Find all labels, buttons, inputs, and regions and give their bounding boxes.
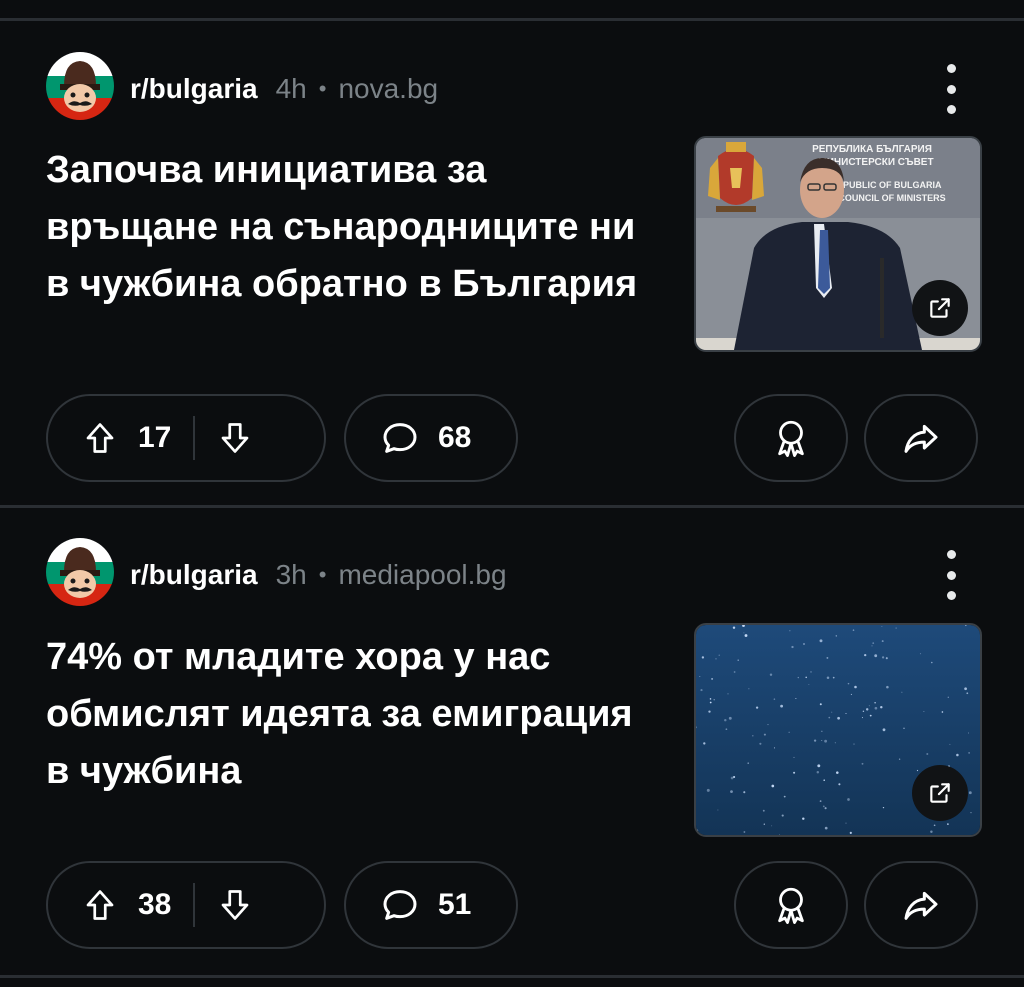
upvote-count: 38 (138, 888, 172, 921)
arrow-down-icon[interactable] (217, 420, 253, 456)
vote-control: 17 (46, 394, 326, 482)
link-domain[interactable]: nova.bg (338, 73, 438, 105)
post-thumbnail[interactable] (694, 623, 982, 837)
bottom-divider (0, 975, 1024, 978)
post-card[interactable]: r/bulgaria 3h • mediapool.bg 74% от млад… (0, 505, 1024, 975)
arrow-up-icon[interactable] (82, 420, 118, 456)
link-domain[interactable]: mediapool.bg (338, 559, 506, 591)
comments-button[interactable]: 68 (344, 394, 518, 482)
comment-count: 51 (438, 888, 472, 921)
thumbnail-banner-line: REPUBLIC OF BULGARIA (831, 180, 942, 190)
external-link-icon[interactable] (912, 765, 968, 821)
post-thumbnail[interactable]: РЕПУБЛИКА БЪЛГАРИЯ МИНИСТЕРСКИ СЪВЕТ REP… (694, 136, 982, 352)
more-vertical-icon[interactable] (936, 64, 966, 114)
thumbnail-banner-line: РЕПУБЛИКА БЪЛГАРИЯ (812, 144, 932, 155)
share-button[interactable] (864, 394, 978, 482)
share-arrow-icon (901, 418, 941, 458)
award-ribbon-icon (770, 417, 812, 459)
post-title[interactable]: Започва инициатива за връщане на сънарод… (46, 142, 666, 313)
speech-bubble-icon (380, 885, 420, 925)
vote-divider (193, 883, 196, 927)
post-title[interactable]: 74% от младите хора у нас обмислят идеят… (46, 629, 666, 800)
share-arrow-icon (901, 885, 941, 925)
vote-control: 38 (46, 861, 326, 949)
subreddit-avatar[interactable] (46, 52, 114, 120)
meta-separator: • (318, 562, 327, 587)
external-link-icon[interactable] (912, 280, 968, 336)
share-button[interactable] (864, 861, 978, 949)
arrow-down-icon[interactable] (217, 887, 253, 923)
post-meta: r/bulgaria 3h • mediapool.bg (130, 555, 507, 595)
post-card[interactable]: r/bulgaria 4h • nova.bg Започва инициати… (0, 0, 1024, 505)
award-button[interactable] (734, 861, 848, 949)
subreddit-avatar[interactable] (46, 538, 114, 606)
thumbnail-banner-line: COUNCIL OF MINISTERS (838, 193, 945, 203)
more-vertical-icon[interactable] (936, 550, 966, 600)
award-button[interactable] (734, 394, 848, 482)
subreddit-name[interactable]: r/bulgaria (130, 559, 258, 591)
comment-count: 68 (438, 421, 472, 454)
award-ribbon-icon (770, 884, 812, 926)
upvote-count: 17 (138, 421, 172, 454)
comments-button[interactable]: 51 (344, 861, 518, 949)
post-age: 3h (275, 559, 307, 590)
post-meta: r/bulgaria 4h • nova.bg (130, 69, 438, 109)
arrow-up-icon[interactable] (82, 887, 118, 923)
meta-separator: • (318, 76, 327, 101)
subreddit-name[interactable]: r/bulgaria (130, 73, 258, 105)
speech-bubble-icon (380, 418, 420, 458)
post-age: 4h (275, 73, 307, 104)
vote-divider (193, 416, 196, 460)
